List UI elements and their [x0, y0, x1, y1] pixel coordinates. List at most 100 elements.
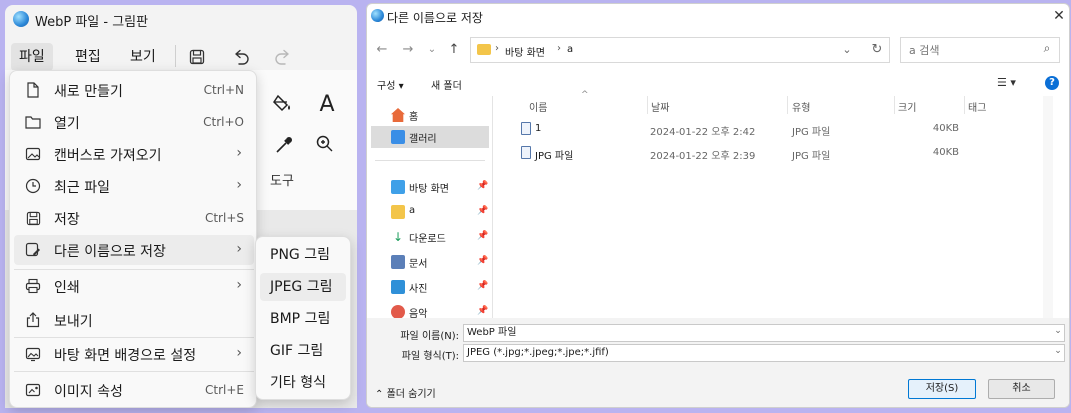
submenu-bmp[interactable]: BMP 그림 [260, 305, 346, 333]
file-row[interactable]: JPG 파일 2024-01-22 오후 2:39 JPG 파일 40KB [507, 142, 1067, 164]
nav-home[interactable]: 홈 [371, 104, 489, 126]
import-image-icon [24, 145, 42, 163]
chevron-right-icon: › [236, 241, 242, 257]
file-menu-open[interactable]: 열기 Ctrl+O [14, 107, 254, 137]
nav-gallery[interactable]: 갤러리 [371, 126, 489, 148]
search-input[interactable] [907, 41, 1037, 59]
redo-icon[interactable] [269, 44, 297, 70]
tools-group-label: 도구 [270, 174, 294, 189]
filename-input[interactable]: WebP 파일 [463, 324, 1065, 342]
close-icon[interactable]: ✕ [1050, 6, 1068, 26]
filetype-label: 파일 형식(T): [401, 351, 459, 362]
filename-label: 파일 이름(N): [400, 331, 459, 342]
up-arrow-icon[interactable]: ↑ [444, 40, 464, 60]
image-file-icon [521, 122, 531, 135]
clock-icon [24, 177, 42, 195]
pictures-icon [391, 280, 405, 294]
breadcrumb-desktop[interactable]: 바탕 화면 [505, 44, 545, 59]
nav-folder-a[interactable]: a 📌 [371, 201, 489, 223]
color-picker-icon[interactable] [273, 134, 299, 160]
chevron-down-icon[interactable]: ⌄ [1051, 326, 1065, 336]
chevron-right-icon: › [236, 345, 242, 361]
help-icon[interactable]: ? [1045, 76, 1059, 90]
dialog-title: 다른 이름으로 저장 [387, 11, 483, 25]
nav-divider [375, 160, 485, 161]
column-type[interactable]: 유형 [792, 99, 810, 114]
text-tool-icon[interactable]: A [314, 92, 340, 118]
download-icon: ↓ [392, 230, 404, 244]
file-menu-set-wallpaper[interactable]: 바탕 화면 배경으로 설정 › [14, 339, 254, 369]
chevron-up-icon: ⌃ [375, 389, 387, 400]
file-menu-share[interactable]: 보내기 [14, 305, 254, 335]
organize-button[interactable]: 구성 ▾ [377, 77, 404, 92]
pin-icon: 📌 [477, 181, 489, 191]
cancel-button[interactable]: 취소 [988, 379, 1055, 399]
submenu-other-formats[interactable]: 기타 형식 [260, 369, 346, 397]
sort-up-icon: ^ [581, 90, 589, 100]
magnifier-icon[interactable] [315, 134, 341, 160]
folder-icon [477, 44, 491, 55]
chevron-right-icon: › [236, 145, 242, 161]
pin-icon: 📌 [477, 231, 489, 241]
nav-downloads[interactable]: ↓ 다운로드 📌 [371, 226, 489, 248]
save-icon[interactable] [183, 44, 211, 70]
submenu-jpeg[interactable]: JPEG 그림 [260, 273, 346, 301]
new-file-icon [24, 81, 42, 99]
save-as-dialog: 다른 이름으로 저장 ✕ ← → ⌄ ↑ › 바탕 화면 › a ⌄ ↻ ⌕ 구… [366, 3, 1070, 408]
properties-icon [24, 381, 42, 399]
window-title: WebP 파일 - 그림판 [35, 15, 149, 30]
pin-icon: 📌 [477, 256, 489, 266]
file-menu-image-properties[interactable]: 이미지 속성 Ctrl+E [14, 375, 254, 405]
file-menu-save[interactable]: 저장 Ctrl+S [14, 203, 254, 233]
column-tags[interactable]: 태그 [968, 99, 986, 114]
vertical-scrollbar[interactable] [1043, 96, 1053, 318]
menubar-divider [175, 45, 176, 67]
chevron-down-icon[interactable]: ⌄ [1051, 346, 1065, 356]
hide-folders-label: 폴더 숨기기 [386, 389, 436, 400]
file-row[interactable]: 1 2024-01-22 오후 2:42 JPG 파일 40KB [507, 118, 1067, 140]
column-divider [787, 96, 788, 114]
menu-file[interactable]: 파일 [11, 43, 53, 71]
fill-bucket-icon[interactable] [272, 92, 298, 118]
submenu-png[interactable]: PNG 그림 [260, 241, 346, 269]
file-menu-new[interactable]: 새로 만들기 Ctrl+N [14, 75, 254, 105]
gallery-icon [391, 130, 405, 144]
file-menu-print[interactable]: 인쇄 › [14, 271, 254, 301]
file-menu: 새로 만들기 Ctrl+N 열기 Ctrl+O 캔버스로 가져오기 › 최근 파… [9, 70, 257, 408]
breadcrumb-a[interactable]: a [567, 44, 573, 55]
file-menu-save-as[interactable]: 다른 이름으로 저장 › [14, 235, 254, 265]
refresh-icon[interactable]: ↻ [868, 40, 886, 60]
hide-folders-toggle[interactable]: ⌃ 폴더 숨기기 [375, 385, 436, 400]
column-date[interactable]: 날짜 [651, 99, 669, 114]
chevron-down-icon[interactable]: ⌄ [839, 40, 855, 60]
chevron-right-icon: › [236, 277, 242, 293]
column-name[interactable]: 이름 [529, 99, 547, 114]
view-options-icon[interactable]: ☰ ▾ [997, 76, 1016, 89]
save-button[interactable]: 저장(S) [908, 379, 976, 399]
forward-arrow-icon[interactable]: → [398, 40, 418, 60]
paint-title-bar: WebP 파일 - 그림판 [5, 5, 357, 35]
new-folder-button[interactable]: 새 폴더 [431, 77, 462, 92]
filetype-select[interactable]: JPEG (*.jpg;*.jpeg;*.jpe;*.jfif) [463, 344, 1065, 362]
home-icon [391, 108, 405, 122]
file-menu-import-to-canvas[interactable]: 캔버스로 가져오기 › [14, 139, 254, 169]
nav-desktop[interactable]: 바탕 화면 📌 [371, 176, 489, 198]
undo-icon[interactable] [227, 44, 255, 70]
share-icon [24, 311, 42, 329]
file-menu-recent[interactable]: 최근 파일 › [14, 171, 254, 201]
back-arrow-icon[interactable]: ← [372, 40, 392, 60]
column-size[interactable]: 크기 [898, 99, 916, 114]
recent-locations-chevron-icon[interactable]: ⌄ [422, 40, 442, 60]
image-file-icon [521, 146, 531, 159]
submenu-gif[interactable]: GIF 그림 [260, 337, 346, 365]
print-icon [24, 277, 42, 295]
menu-view[interactable]: 보기 [122, 43, 164, 71]
dialog-toolbar: 구성 ▾ 새 폴더 ☰ ▾ ? [367, 70, 1069, 96]
search-icon[interactable]: ⌕ [1039, 41, 1055, 59]
column-divider [647, 96, 648, 114]
address-bar[interactable]: › 바탕 화면 › a [470, 37, 890, 63]
nav-documents[interactable]: 문서 📌 [371, 251, 489, 273]
menu-divider [14, 337, 254, 338]
menu-edit[interactable]: 편집 [67, 43, 109, 71]
nav-pictures[interactable]: 사진 📌 [371, 276, 489, 298]
